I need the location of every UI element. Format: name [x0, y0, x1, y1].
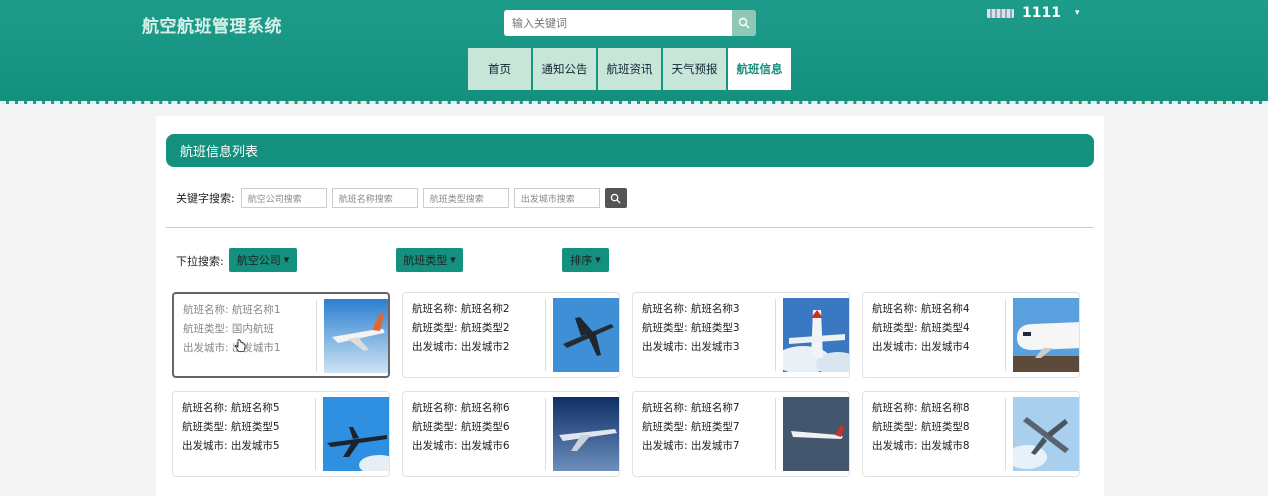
search-input[interactable]	[504, 10, 732, 36]
username: 1111	[1022, 5, 1061, 21]
airline-search-input[interactable]: 航空公司搜索	[240, 188, 327, 208]
search-box	[504, 10, 756, 36]
flight-type: 航班类型: 航班类型8	[872, 421, 970, 433]
flight-type-dropdown-label: 航班类型	[403, 254, 448, 267]
nav-tab-flight-info[interactable]: 航班信息	[728, 48, 791, 90]
flight-thumbnail	[1013, 397, 1079, 471]
flight-type: 航班类型: 航班类型4	[872, 322, 970, 334]
flight-name: 航班名称: 航班名称7	[642, 402, 740, 414]
flight-type: 航班类型: 国内航班	[183, 323, 274, 335]
card-separator	[316, 300, 317, 372]
card-separator	[775, 398, 776, 470]
flight-type-dropdown[interactable]: 航班类型 ▼	[396, 248, 463, 272]
airline-dropdown-label: 航空公司	[236, 254, 281, 267]
nav-tab-home[interactable]: 首页	[468, 48, 531, 90]
flight-card[interactable]: 航班名称: 航班名称5 航班类型: 航班类型5 出发城市: 出发城市5	[172, 391, 390, 477]
card-separator	[775, 299, 776, 371]
dropdown-search-label: 下拉搜索:	[176, 255, 224, 268]
flight-thumbnail	[323, 397, 389, 471]
sort-dropdown[interactable]: 排序 ▼	[562, 248, 609, 272]
keyword-search-button[interactable]	[604, 188, 627, 208]
flight-card[interactable]: 航班名称: 航班名称1 航班类型: 国内航班 出发城市: 出发城市1	[172, 292, 390, 378]
flight-name: 航班名称: 航班名称5	[182, 402, 280, 414]
caret-down-icon: ▼	[595, 256, 601, 264]
flight-name: 航班名称: 航班名称4	[872, 303, 970, 315]
departure-city: 出发城市: 出发城市4	[872, 341, 970, 353]
flight-name: 航班名称: 航班名称6	[412, 402, 510, 414]
card-separator	[545, 299, 546, 371]
flight-name: 航班名称: 航班名称3	[642, 303, 740, 315]
flight-card[interactable]: 航班名称: 航班名称3 航班类型: 航班类型3 出发城市: 出发城市3	[632, 292, 850, 378]
flight-thumbnail	[553, 397, 619, 471]
flight-card[interactable]: 航班名称: 航班名称4 航班类型: 航班类型4 出发城市: 出发城市4	[862, 292, 1080, 378]
flight-name: 航班名称: 航班名称8	[872, 402, 970, 414]
divider	[166, 227, 1094, 228]
panel-title: 航班信息列表	[166, 134, 1094, 167]
departure-city: 出发城市: 出发城市5	[182, 440, 280, 452]
caret-down-icon: ▼	[450, 256, 456, 264]
keyword-search-label: 关键字搜索:	[176, 192, 235, 205]
card-separator	[1005, 299, 1006, 371]
sort-dropdown-label: 排序	[570, 254, 593, 267]
departure-city: 出发城市: 出发城市6	[412, 440, 510, 452]
departure-city-search-input[interactable]: 出发城市搜索	[513, 188, 600, 208]
departure-city: 出发城市: 出发城市1	[183, 342, 281, 354]
flight-card[interactable]: 航班名称: 航班名称2 航班类型: 航班类型2 出发城市: 出发城市2	[402, 292, 620, 378]
keyword-search-row: 关键字搜索: 航空公司搜索 航班名称搜索 航班类型搜索 出发城市搜索	[176, 188, 627, 208]
flight-card[interactable]: 航班名称: 航班名称8 航班类型: 航班类型8 出发城市: 出发城市8	[862, 391, 1080, 477]
flight-thumbnail	[783, 298, 849, 372]
card-separator	[315, 398, 316, 470]
main-nav: 首页 通知公告 航班资讯 天气预报 航班信息	[468, 48, 791, 90]
flight-thumbnail	[1013, 298, 1079, 372]
departure-city: 出发城市: 出发城市8	[872, 440, 970, 452]
flight-type: 航班类型: 航班类型2	[412, 322, 510, 334]
flight-type-search-input[interactable]: 航班类型搜索	[422, 188, 509, 208]
search-icon	[738, 17, 750, 29]
flight-type: 航班类型: 航班类型5	[182, 421, 280, 433]
header: 航空航班管理系统 1111 ▾ 首页 通知公告 航班资讯 天气预报 航班信息	[0, 0, 1268, 104]
flight-card[interactable]: 航班名称: 航班名称7 航班类型: 航班类型7 出发城市: 出发城市7	[632, 391, 850, 477]
card-separator	[545, 398, 546, 470]
flight-card[interactable]: 航班名称: 航班名称6 航班类型: 航班类型6 出发城市: 出发城市6	[402, 391, 620, 477]
caret-down-icon: ▼	[283, 256, 290, 264]
flight-name: 航班名称: 航班名称1	[183, 304, 281, 316]
flight-type: 航班类型: 航班类型6	[412, 421, 510, 433]
nav-tab-notices[interactable]: 通知公告	[533, 48, 596, 90]
nav-tab-weather[interactable]: 天气预报	[663, 48, 726, 90]
nav-tab-flight-news[interactable]: 航班资讯	[598, 48, 661, 90]
site-title: 航空航班管理系统	[142, 17, 282, 37]
content-panel: 航班信息列表 关键字搜索: 航空公司搜索 航班名称搜索 航班类型搜索 出发城市搜…	[156, 116, 1104, 496]
departure-city: 出发城市: 出发城市7	[642, 440, 740, 452]
card-separator	[1005, 398, 1006, 470]
chevron-down-icon: ▾	[1074, 8, 1080, 18]
flight-thumbnail	[783, 397, 849, 471]
departure-city: 出发城市: 出发城市3	[642, 341, 740, 353]
search-button[interactable]	[732, 10, 756, 36]
avatar	[987, 8, 1014, 18]
hand-cursor-icon	[234, 339, 246, 352]
flight-type: 航班类型: 航班类型3	[642, 322, 740, 334]
search-icon	[610, 193, 621, 204]
flight-thumbnail	[324, 299, 388, 373]
airline-dropdown[interactable]: 航空公司 ▼	[229, 248, 297, 272]
user-menu[interactable]: 1111 ▾	[987, 4, 1080, 22]
dropdown-search-row: 下拉搜索: 航空公司 ▼ 航班类型 ▼ 排序 ▼	[176, 248, 636, 272]
departure-city: 出发城市: 出发城市2	[412, 341, 510, 353]
flight-name: 航班名称: 航班名称2	[412, 303, 510, 315]
flight-type: 航班类型: 航班类型7	[642, 421, 740, 433]
flight-name-search-input[interactable]: 航班名称搜索	[331, 188, 418, 208]
flight-thumbnail	[553, 298, 619, 372]
